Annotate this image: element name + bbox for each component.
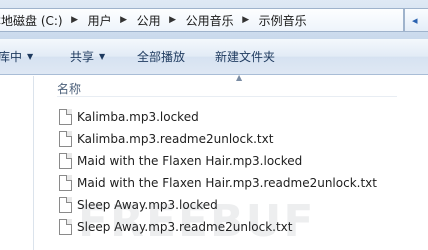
breadcrumb-users[interactable]: 用户 ▶	[83, 9, 132, 31]
document-icon	[59, 197, 72, 213]
play-all-button[interactable]: 全部播放	[137, 39, 185, 74]
breadcrumb-public-music[interactable]: 公用音乐 ▶	[181, 9, 254, 31]
list-item[interactable]: Kalimba.mp3.readme2unlock.txt	[59, 128, 377, 150]
breadcrumb-label: 公用	[136, 13, 161, 28]
chevron-right-icon[interactable]: ▶	[116, 9, 132, 31]
file-list: Kalimba.mp3.locked Kalimba.mp3.readme2un…	[59, 106, 377, 238]
name-column-header[interactable]: 名称	[57, 80, 81, 97]
share-label: 共享	[70, 50, 95, 64]
refresh-arrow-icon: ◂	[412, 14, 418, 27]
share-button[interactable]: 共享 ▼	[70, 39, 105, 74]
document-icon	[59, 153, 72, 169]
file-name: Maid with the Flaxen Hair.mp3.locked	[77, 154, 303, 168]
refresh-button[interactable]: ◂	[404, 8, 428, 32]
list-item[interactable]: Maid with the Flaxen Hair.mp3.locked	[59, 150, 377, 172]
list-item[interactable]: Sleep Away.mp3.locked	[59, 194, 377, 216]
address-bar: 本地磁盘 (C:) ▶ 用户 ▶ 公用 ▶ 公用音乐 ▶ 示例音乐 ◂	[0, 0, 428, 39]
file-name: Maid with the Flaxen Hair.mp3.readme2unl…	[77, 176, 377, 190]
sort-ascending-icon: ▲	[236, 73, 243, 82]
column-header: 名称 ▲	[35, 73, 428, 98]
document-icon	[59, 219, 72, 235]
document-icon	[59, 131, 72, 147]
library-label: 库中	[0, 50, 23, 64]
file-name: Sleep Away.mp3.locked	[77, 198, 218, 212]
breadcrumb-sample-music[interactable]: 示例音乐	[254, 9, 311, 31]
chevron-right-icon[interactable]: ▶	[165, 9, 181, 31]
file-name: Kalimba.mp3.locked	[77, 110, 199, 124]
new-folder-label: 新建文件夹	[215, 50, 276, 64]
breadcrumb-label: 示例音乐	[258, 13, 307, 28]
breadcrumb-label: 公用音乐	[185, 13, 234, 28]
document-icon	[59, 175, 72, 191]
list-item[interactable]: Kalimba.mp3.locked	[59, 106, 377, 128]
list-item[interactable]: Sleep Away.mp3.readme2unlock.txt	[59, 216, 377, 238]
breadcrumb-public[interactable]: 公用 ▶	[132, 9, 181, 31]
breadcrumb-label: 用户	[87, 13, 112, 28]
document-icon	[59, 109, 72, 125]
breadcrumb-label: 本地磁盘 (C:)	[0, 13, 63, 28]
list-item[interactable]: Maid with the Flaxen Hair.mp3.readme2unl…	[59, 172, 377, 194]
include-in-library-button[interactable]: 库中 ▼	[0, 39, 33, 74]
new-folder-button[interactable]: 新建文件夹	[215, 39, 275, 74]
chevron-down-icon: ▼	[27, 52, 34, 61]
file-list-view[interactable]: 名称 ▲ Kalimba.mp3.locked Kalimba.mp3.read…	[35, 73, 428, 250]
chevron-right-icon[interactable]: ▶	[67, 9, 83, 31]
file-name: Kalimba.mp3.readme2unlock.txt	[77, 132, 274, 146]
chevron-down-icon: ▼	[99, 52, 106, 61]
chevron-right-icon[interactable]: ▶	[238, 9, 254, 31]
breadcrumb-local-disk[interactable]: 本地磁盘 (C:) ▶	[0, 9, 83, 31]
file-name: Sleep Away.mp3.readme2unlock.txt	[77, 220, 293, 234]
breadcrumb[interactable]: 本地磁盘 (C:) ▶ 用户 ▶ 公用 ▶ 公用音乐 ▶ 示例音乐	[0, 8, 404, 32]
command-bar: 库中 ▼ 共享 ▼ 全部播放 新建文件夹	[0, 39, 428, 75]
divider	[57, 96, 397, 97]
play-all-label: 全部播放	[137, 50, 186, 64]
navigation-pane[interactable]: 置	[0, 76, 34, 250]
